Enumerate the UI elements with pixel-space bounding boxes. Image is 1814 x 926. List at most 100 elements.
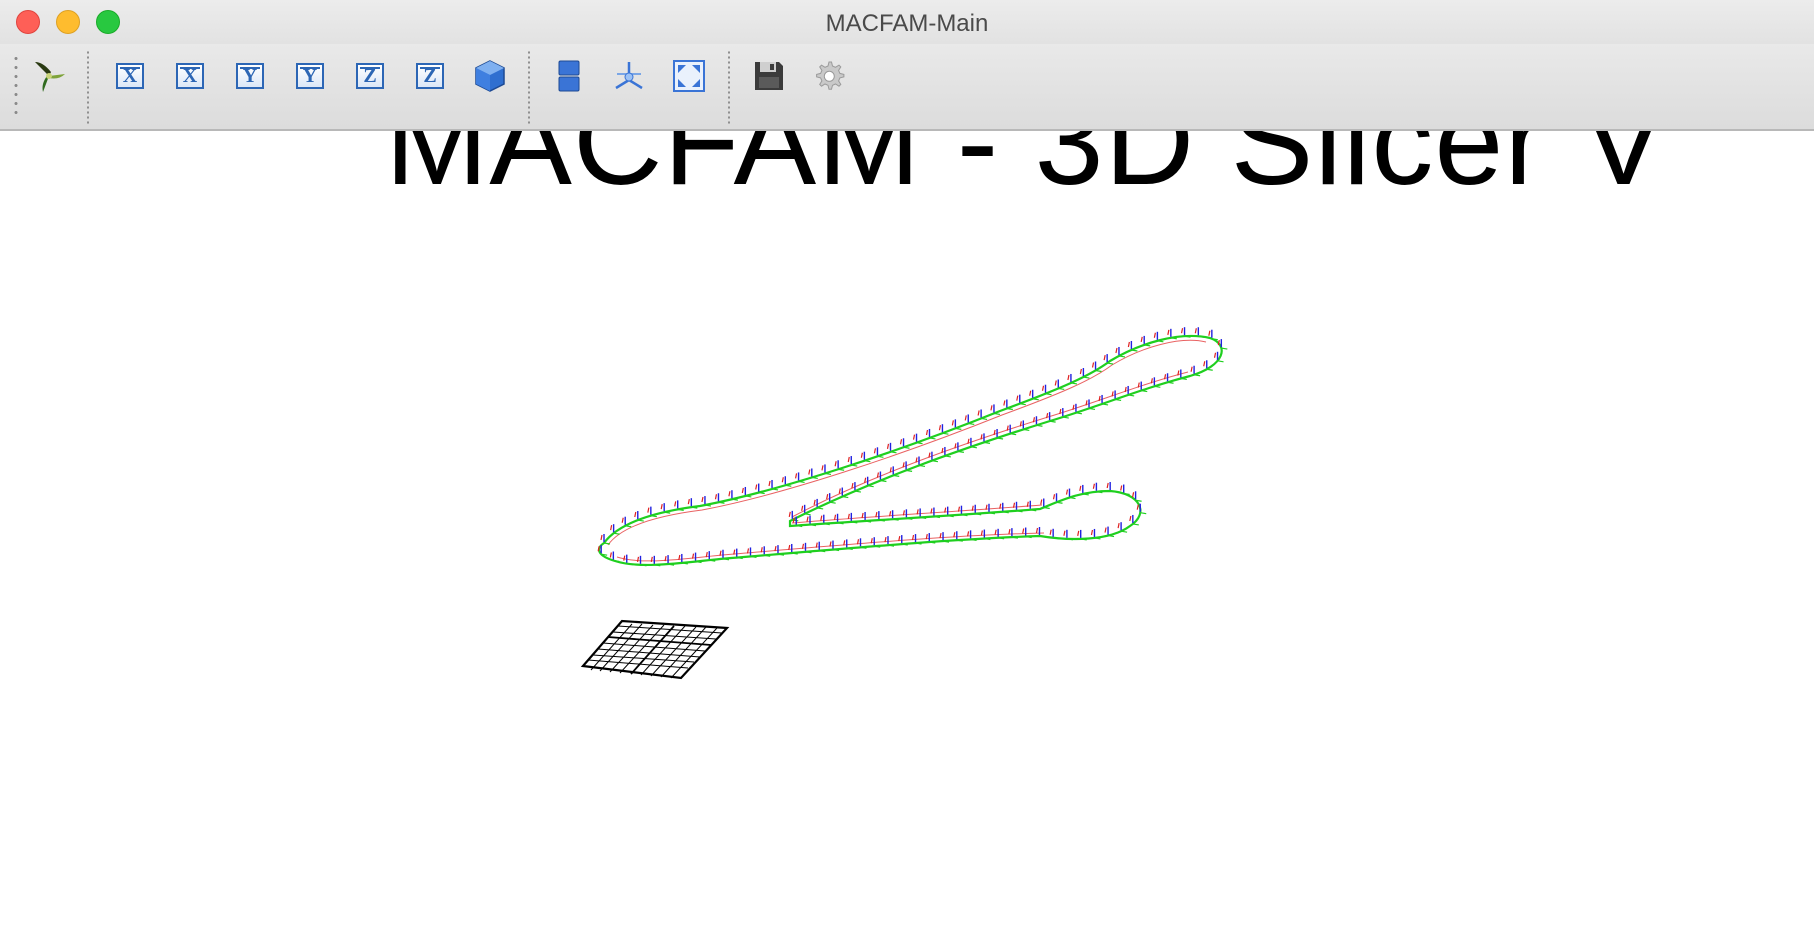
normal-tick-green [1043,506,1050,510]
normal-tick-red [820,515,823,521]
normal-tick-green [1075,412,1083,415]
normal-tick-red [1153,332,1156,338]
normal-tick-red [1041,385,1045,391]
axes-reset-button[interactable] [607,54,651,98]
normal-tick-green [1019,403,1026,406]
normal-tick-red [1120,485,1123,491]
normal-tick-red [687,499,690,505]
normal-tick-red [833,514,837,520]
normal-tick-red [728,491,731,497]
toolbar-separator [728,50,730,124]
normal-tick-green [1058,387,1065,391]
normal-tick-red [794,473,798,479]
settings-button[interactable] [807,54,851,98]
normal-tick-red [1127,341,1130,348]
normal-tick-red [873,448,877,454]
view-x-negative-button[interactable]: X [168,54,212,98]
main-toolbar: X X Y Y Z Z [0,44,1814,131]
toolbar-separator [87,50,89,124]
viewport-3d[interactable]: MACFAM - 3D Slicer V [0,131,1814,926]
normal-tick-red [741,487,744,494]
normal-tick-red [1049,529,1052,535]
view-z-negative-button[interactable]: Z [408,54,452,98]
normal-tick-green [1144,344,1151,347]
normal-tick-red [1136,504,1139,510]
normal-tick-red [980,530,983,536]
normal-tick-green [1045,393,1052,396]
view-z-positive-button[interactable]: Z [348,54,392,98]
normal-tick-red [1008,529,1011,535]
normal-tick-red [806,516,809,522]
app-window: MACFAM-Main X X Y Y Z Z MACFAM - 3D Slic… [0,0,1814,926]
normal-tick-red [1129,515,1132,522]
normal-tick-green [1107,362,1114,365]
z-axis-icon: Z [416,63,444,89]
normal-tick-red [1065,489,1069,495]
toolbar-grip-handle[interactable] [14,54,18,116]
normal-tick-green [968,422,975,426]
y-axis-icon: Y [296,63,324,89]
normal-tick-red [994,529,997,535]
normal-tick-red [1092,483,1095,489]
normal-tick-red [674,501,677,507]
normal-tick-green [981,417,988,421]
x-axis-icon: X [176,63,204,89]
normal-tick-green [1062,416,1069,419]
normal-tick-red [834,461,837,467]
build-plate-grid [580,619,730,680]
normal-tick-red [1054,380,1057,386]
normal-tick-red [1063,530,1066,536]
normal-tick-green [613,532,620,535]
normal-tick-red [886,443,890,449]
normal-tick-green [1095,369,1102,373]
normal-tick-red [701,496,704,503]
normal-tick-red [634,511,637,518]
normal-tick-red [600,534,603,541]
window-title: MACFAM-Main [825,10,989,37]
normal-tick-green [1132,523,1139,526]
normal-tick-green [817,507,824,510]
normal-tick-red [1132,492,1135,498]
tri-blade-logo-icon [35,62,65,92]
normal-tick-red [1090,529,1094,536]
y-axis-icon: Y [236,63,264,89]
iso-view-button[interactable] [468,54,512,98]
normal-tick-red [826,494,829,500]
fit-view-button[interactable] [667,54,711,98]
normal-tick-red [1016,395,1019,401]
normal-tick-red [1022,528,1025,534]
normal-tick-green [625,525,632,528]
normal-tick-red [610,525,613,531]
normal-tick-red [768,480,771,487]
normal-tick-red [821,465,824,471]
normal-tick-green [1083,376,1090,379]
normal-tick-red [1106,482,1109,489]
view-y-positive-button[interactable]: Y [228,54,272,98]
normal-tick-red [1077,530,1080,537]
normal-tick-red [623,555,626,561]
normal-tick-red [1003,400,1006,406]
layers-button[interactable] [547,54,591,98]
normal-tick-red [1203,361,1206,367]
save-disk-icon [755,62,783,90]
normal-tick-red [838,488,841,494]
normal-tick-green [1217,360,1224,363]
normal-tick-red [925,429,929,436]
normal-tick-green [804,513,811,516]
normal-tick-red [1104,527,1107,533]
view-y-negative-button[interactable]: Y [288,54,332,98]
normal-tick-red [1067,374,1070,381]
normal-tick-red [899,439,903,445]
normal-tick-red [1091,362,1095,368]
normal-tick-red [1213,352,1217,358]
x-axis-icon: X [116,63,144,89]
normal-tick-red [660,504,663,510]
normal-tick-green [1032,398,1039,401]
view-x-positive-button[interactable]: X [108,54,152,98]
normal-tick-red [1208,330,1211,336]
save-button[interactable] [747,54,791,98]
normal-tick-red [1103,354,1106,361]
title-bar[interactable]: MACFAM-Main [0,0,1814,45]
app-logo-button[interactable] [27,54,71,98]
normal-tick-red [647,507,650,513]
